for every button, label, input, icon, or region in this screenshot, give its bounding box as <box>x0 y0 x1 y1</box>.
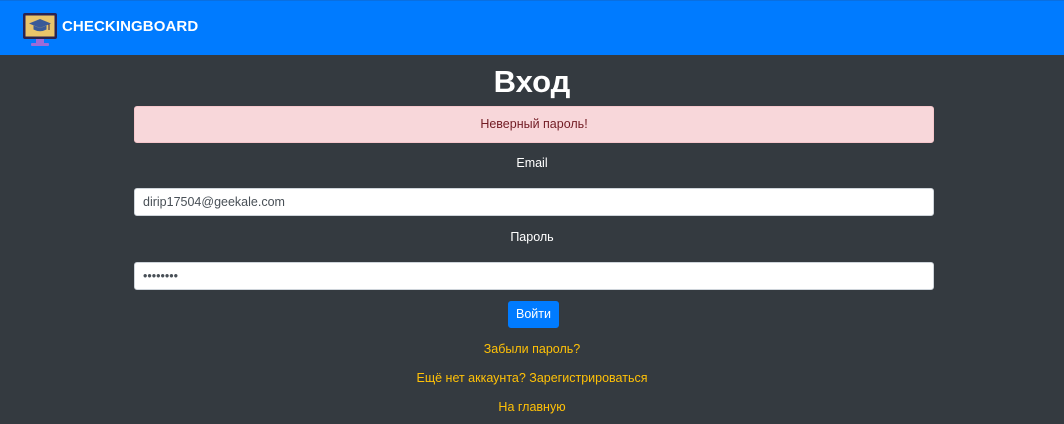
error-alert: Неверный пароль! <box>134 106 934 143</box>
navbar: CHECKINGBOARD <box>0 0 1064 55</box>
forgot-password-link[interactable]: Забыли пароль? <box>0 342 1064 356</box>
home-link[interactable]: На главную <box>0 400 1064 414</box>
password-field[interactable] <box>134 262 934 290</box>
password-label: Пароль <box>510 230 554 244</box>
page-title: Вход <box>493 64 571 99</box>
login-button[interactable]: Войти <box>508 301 559 328</box>
brand-name[interactable]: CHECKINGBOARD <box>62 18 198 35</box>
email-field[interactable] <box>134 188 934 216</box>
graduation-cap-monitor-icon[interactable] <box>22 11 58 47</box>
email-label: Email <box>516 156 548 170</box>
register-link[interactable]: Ещё нет аккаунта? Зарегистрироваться <box>0 371 1064 385</box>
